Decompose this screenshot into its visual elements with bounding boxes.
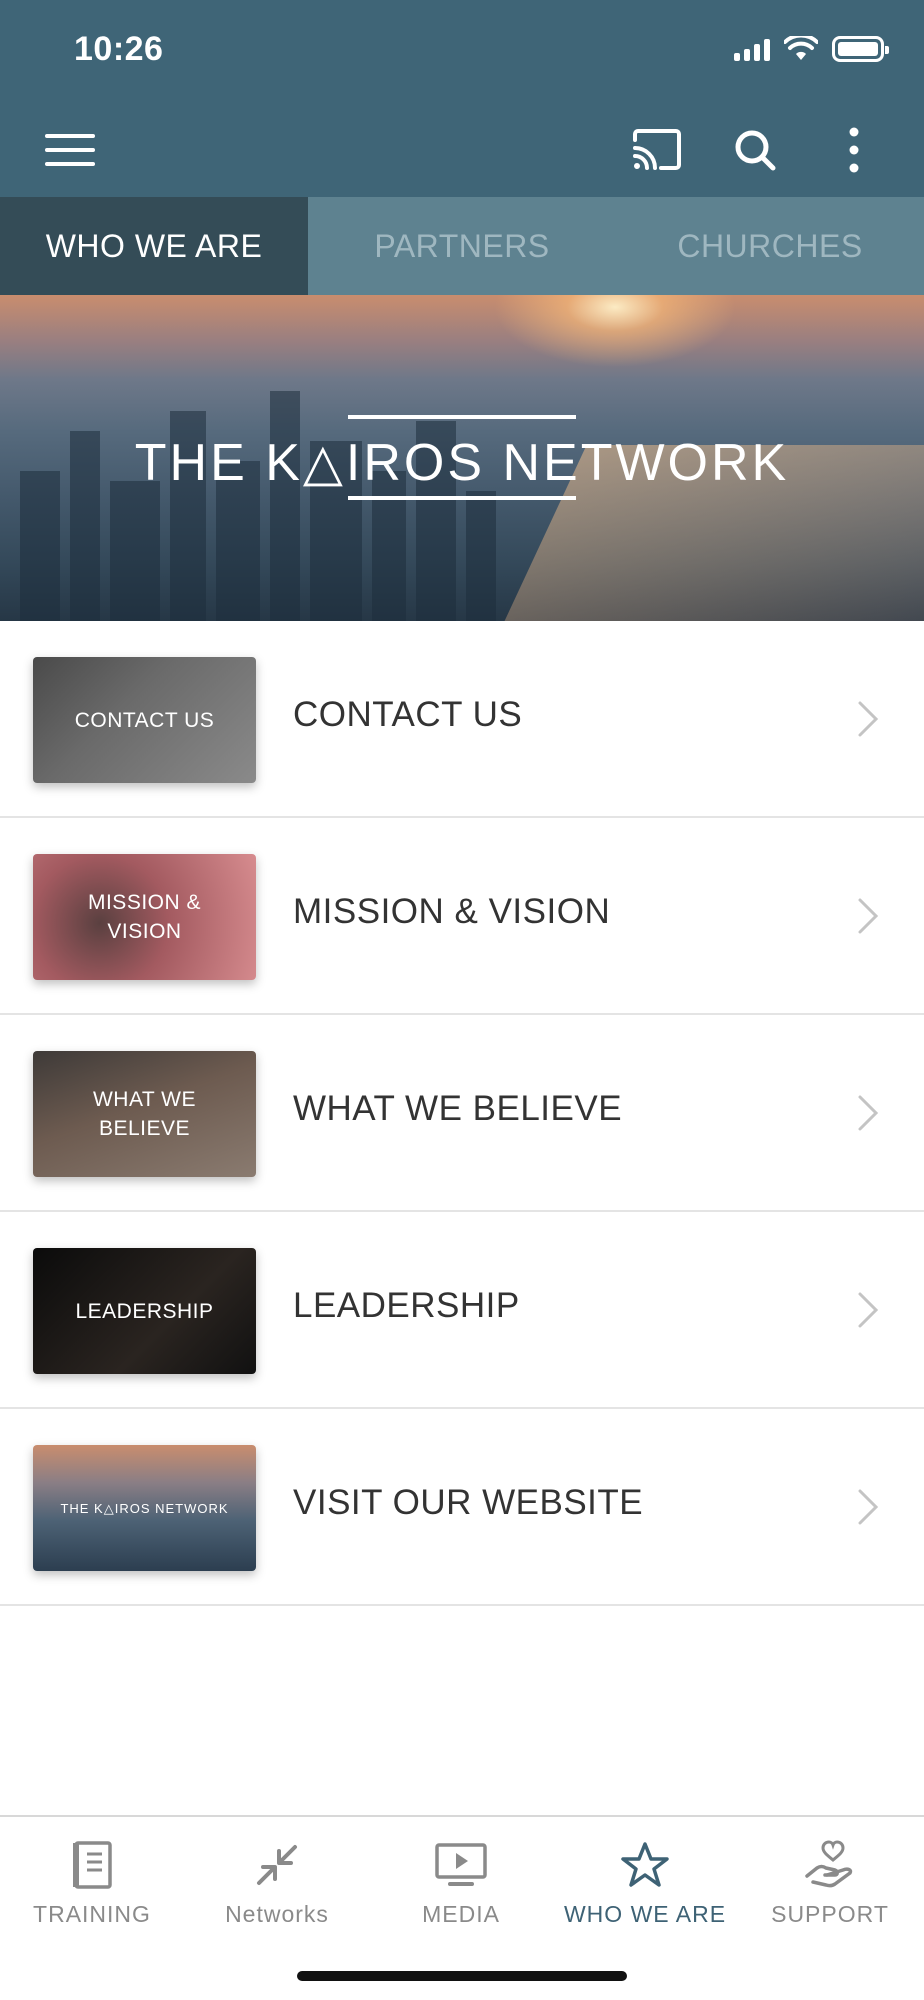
nav-label: Networks <box>225 1901 329 1927</box>
thumbnail-contact-us: CONTACT US <box>33 657 256 783</box>
book-icon <box>73 1841 112 1889</box>
thumbnail-label: MISSION & VISION <box>87 891 202 943</box>
nav-who-we-are[interactable]: WHO WE ARE <box>553 1817 737 1937</box>
wifi-icon <box>784 36 818 60</box>
status-icons <box>734 36 889 62</box>
search-icon <box>735 130 776 171</box>
list-item-label: LEADERSHIP <box>293 1286 520 1325</box>
nav-label: WHO WE ARE <box>563 1901 727 1927</box>
nav-training[interactable]: TRAINING <box>0 1817 184 1937</box>
nav-support[interactable]: SUPPORT <box>738 1817 922 1937</box>
list-item-what-we-believe[interactable]: WHAT WE BELIEVE WHAT WE BELIEVE <box>0 1015 924 1212</box>
chevron-right-icon <box>858 898 879 934</box>
more-options-button[interactable] <box>824 120 884 180</box>
app-header: 10:26 <box>0 0 924 197</box>
thumbnail-mission-vision: MISSION & VISION <box>33 854 256 980</box>
cast-icon <box>633 129 681 170</box>
hero-title: THE K△IROS NETWORK <box>134 434 790 492</box>
tab-who-we-are[interactable]: WHO WE ARE <box>0 197 308 295</box>
list-item-contact-us[interactable]: CONTACT US CONTACT US <box>0 621 924 818</box>
content-list: CONTACT US CONTACT US MISSION & VISION M… <box>0 621 924 1606</box>
home-indicator[interactable] <box>297 1971 627 1981</box>
tab-churches[interactable]: CHURCHES <box>616 197 924 295</box>
nav-networks[interactable]: Networks <box>185 1817 369 1937</box>
collapse-arrows-icon <box>257 1845 297 1885</box>
chevron-right-icon <box>858 701 879 737</box>
chevron-right-icon <box>858 1095 879 1131</box>
hamburger-menu-icon <box>45 134 95 166</box>
list-item-visit-website[interactable]: THE K△IROS NETWORK VISIT OUR WEBSITE <box>0 1409 924 1606</box>
list-item-mission-vision[interactable]: MISSION & VISION MISSION & VISION <box>0 818 924 1015</box>
play-screen-icon <box>435 1843 487 1886</box>
top-tabs: WHO WE ARE PARTNERS CHURCHES <box>0 197 924 295</box>
thumbnail-what-we-believe: WHAT WE BELIEVE <box>33 1051 256 1177</box>
heart-hand-icon <box>805 1840 853 1888</box>
thumbnail-leadership: LEADERSHIP <box>33 1248 256 1374</box>
list-item-label: WHAT WE BELIEVE <box>293 1089 623 1128</box>
battery-icon <box>832 36 889 62</box>
status-time: 10:26 <box>74 30 164 68</box>
hero-banner: THE K△IROS NETWORK <box>0 295 924 621</box>
search-button[interactable] <box>725 120 785 180</box>
list-item-label: CONTACT US <box>293 695 523 734</box>
nav-label: SUPPORT <box>771 1901 889 1927</box>
chevron-right-icon <box>858 1489 879 1525</box>
list-item-label: MISSION & VISION <box>293 892 611 931</box>
nav-label: TRAINING <box>33 1901 151 1927</box>
thumbnail-label: LEADERSHIP <box>75 1299 214 1323</box>
more-vertical-icon <box>849 127 859 173</box>
list-item-label: VISIT OUR WEBSITE <box>293 1483 644 1522</box>
thumbnail-label: CONTACT US <box>74 708 215 732</box>
list-item-leadership[interactable]: LEADERSHIP LEADERSHIP <box>0 1212 924 1409</box>
hero-rule-bottom <box>348 496 576 500</box>
thumbnail-visit-website: THE K△IROS NETWORK <box>33 1445 256 1571</box>
tab-partners[interactable]: PARTNERS <box>308 197 616 295</box>
thumbnail-label: WHAT WE BELIEVE <box>92 1088 197 1140</box>
hero-rule-top <box>348 415 576 419</box>
chevron-right-icon <box>858 1292 879 1328</box>
star-icon <box>621 1842 669 1887</box>
nav-label: MEDIA <box>422 1901 500 1927</box>
menu-button[interactable] <box>40 120 100 180</box>
signal-icon <box>734 37 770 61</box>
nav-media[interactable]: MEDIA <box>369 1817 553 1937</box>
thumbnail-label: THE K△IROS NETWORK <box>60 1500 229 1516</box>
cast-button[interactable] <box>627 120 687 180</box>
